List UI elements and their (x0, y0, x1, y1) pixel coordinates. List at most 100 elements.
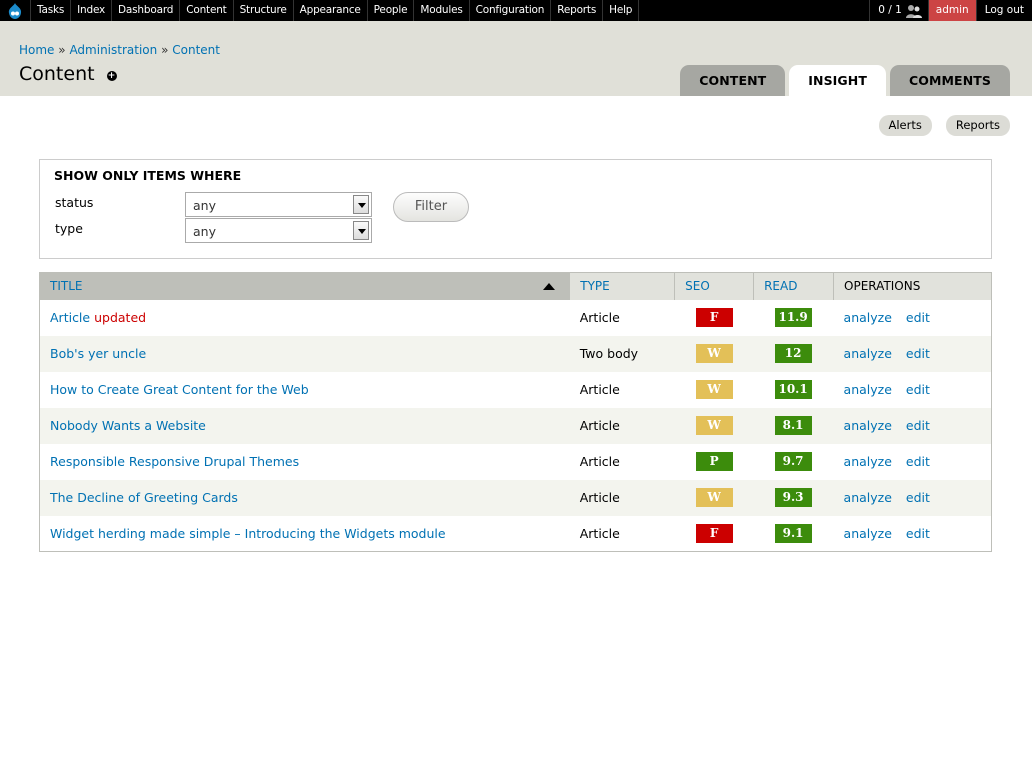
content-title-link[interactable]: How to Create Great Content for the Web (50, 382, 309, 397)
toolbar-item-people[interactable]: People (368, 0, 415, 21)
page-title: Content + (19, 63, 117, 85)
users-icon (905, 4, 922, 18)
toolbar-item-appearance[interactable]: Appearance (294, 0, 368, 21)
edit-link[interactable]: edit (906, 454, 930, 469)
tab-insight[interactable]: INSIGHT (789, 65, 886, 96)
user-account-link[interactable]: admin (927, 0, 976, 21)
column-header-title[interactable]: TITLE (39, 272, 571, 300)
table-row: The Decline of Greeting Cards Article W 9.3… (39, 479, 992, 516)
edit-link[interactable]: edit (906, 418, 930, 433)
column-header-read[interactable]: READ (753, 272, 835, 300)
admin-toolbar: Tasks Index Dashboard Content Structure Appea… (0, 0, 1032, 21)
tab-content[interactable]: CONTENT (680, 65, 786, 96)
filter-fieldset: SHOW ONLY ITEMS WHERE status any type an… (39, 159, 992, 259)
tab-comments[interactable]: COMMENTS (889, 65, 1010, 96)
seo-grade-badge: W (695, 488, 733, 507)
cell-operations: analyze edit (833, 335, 992, 372)
edit-link[interactable]: edit (906, 382, 930, 397)
toolbar-menu: Tasks Index Dashboard Content Structure Appea… (31, 0, 640, 21)
cell-type: Two body (569, 335, 675, 372)
cell-title: Bob's yer uncle (39, 335, 570, 372)
status-select[interactable]: any (185, 192, 372, 217)
content-title-link[interactable]: Widget herding made simple – Introducing… (50, 526, 446, 541)
edit-link[interactable]: edit (906, 526, 930, 541)
cell-seo: W (674, 407, 754, 444)
column-header-title-label: TITLE (50, 279, 83, 294)
cell-seo: W (674, 479, 754, 516)
toolbar-item-configuration[interactable]: Configuration (470, 0, 552, 21)
toolbar-item-modules[interactable]: Modules (414, 0, 470, 21)
primary-tabs: CONTENT INSIGHT COMMENTS (680, 65, 1010, 96)
edit-link[interactable]: edit (906, 346, 930, 361)
logout-link[interactable]: Log out (975, 0, 1032, 21)
drupal-logo-icon[interactable] (0, 0, 31, 21)
readability-score-badge: 8.1 (774, 416, 812, 435)
toolbar-item-content[interactable]: Content (180, 0, 234, 21)
cell-operations: analyze edit (833, 479, 992, 516)
analyze-link[interactable]: analyze (844, 490, 892, 505)
readability-score-badge: 9.1 (774, 523, 812, 543)
column-header-seo[interactable]: SEO (674, 272, 755, 300)
toolbar-item-structure[interactable]: Structure (234, 0, 294, 21)
cell-operations: analyze edit (834, 300, 992, 336)
chevron-down-icon (353, 195, 369, 214)
toolbar-item-tasks[interactable]: Tasks (31, 0, 72, 21)
breadcrumb: Home » Administration » Content (19, 43, 220, 57)
cell-operations: analyze edit (834, 516, 992, 552)
edit-link[interactable]: edit (906, 490, 930, 505)
analyze-link[interactable]: analyze (844, 382, 892, 397)
seo-grade-badge: P (695, 452, 733, 471)
content-table: TITLE TYPE SEO READ OPERATIONS Article u… (39, 272, 992, 552)
page-title-text: Content (19, 63, 95, 85)
status-label: status (55, 195, 94, 210)
cell-type: Article (569, 407, 675, 444)
breadcrumb-home[interactable]: Home (19, 43, 54, 57)
cell-read: 10.1 (754, 372, 834, 408)
users-online[interactable]: 0 / 1 (869, 0, 928, 21)
content-title-link[interactable]: Bob's yer uncle (50, 346, 146, 361)
add-shortcut-icon[interactable]: + (106, 70, 117, 81)
edit-link[interactable]: edit (906, 310, 930, 325)
table-row: Article updated Article F 11.9 analyze edit (40, 300, 992, 336)
toolbar-item-reports[interactable]: Reports (551, 0, 604, 21)
cell-type: Article (579, 310, 620, 325)
content-title-link[interactable]: Responsible Responsive Drupal Themes (50, 454, 299, 469)
toolbar-item-index[interactable]: Index (71, 0, 113, 21)
reports-button[interactable]: Reports (945, 115, 1010, 136)
cell-read: 12 (753, 335, 834, 372)
cell-seo: F (675, 300, 754, 336)
page-header: Home » Administration » Content Content … (0, 21, 1032, 96)
analyze-link[interactable]: analyze (844, 526, 892, 541)
analyze-link[interactable]: analyze (844, 346, 892, 361)
table-row: Widget herding made simple – Introducing… (40, 516, 992, 552)
toolbar-item-dashboard[interactable]: Dashboard (112, 0, 181, 21)
breadcrumb-content[interactable]: Content (172, 43, 220, 57)
content-title-link[interactable]: The Decline of Greeting Cards (50, 490, 238, 505)
cell-seo: W (674, 335, 754, 372)
cell-title: The Decline of Greeting Cards (39, 479, 570, 516)
analyze-link[interactable]: analyze (844, 310, 892, 325)
readability-score-badge: 12 (774, 344, 812, 363)
type-label: type (55, 221, 83, 236)
alerts-button[interactable]: Alerts (878, 115, 932, 136)
breadcrumb-administration[interactable]: Administration (69, 43, 157, 57)
seo-grade-badge: F (695, 523, 733, 543)
content-title-link[interactable]: Article (50, 310, 90, 325)
analyze-link[interactable]: analyze (844, 418, 892, 433)
status-select-value: any (193, 198, 216, 213)
cell-operations: analyze edit (834, 444, 992, 480)
breadcrumb-separator: » (58, 43, 66, 57)
column-header-type[interactable]: TYPE (569, 272, 676, 300)
type-select[interactable]: any (185, 218, 372, 243)
cell-operations: analyze edit (834, 372, 992, 408)
cell-title: Widget herding made simple – Introducing… (40, 516, 570, 552)
updated-marker: updated (94, 310, 147, 325)
cell-title: Responsible Responsive Drupal Themes (40, 444, 570, 480)
table-header-row: TITLE TYPE SEO READ OPERATIONS (39, 272, 992, 300)
content-title-link[interactable]: Nobody Wants a Website (50, 418, 206, 433)
analyze-link[interactable]: analyze (844, 454, 892, 469)
toolbar-item-help[interactable]: Help (603, 0, 640, 21)
readability-score-badge: 10.1 (774, 380, 812, 399)
readability-score-badge: 9.3 (774, 488, 812, 507)
filter-button[interactable]: Filter (393, 192, 469, 222)
